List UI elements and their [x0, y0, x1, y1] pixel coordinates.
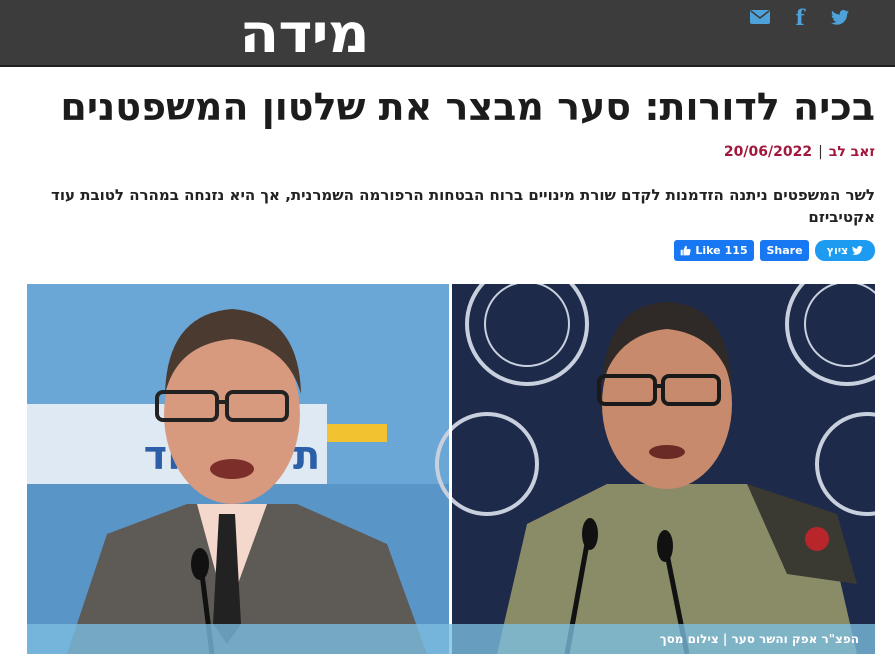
- site-logo[interactable]: מידה: [239, 6, 369, 62]
- share-bar: ציוץ Share Like 115: [674, 240, 875, 261]
- tweet-label: ציוץ: [826, 244, 849, 257]
- facebook-link[interactable]: f: [787, 4, 813, 30]
- article-lead: לשר המשפטים ניתנה הזדמנות לקדם שורת מינו…: [51, 186, 875, 226]
- share-label: Share: [766, 244, 803, 257]
- tweet-button[interactable]: ציוץ: [815, 240, 875, 261]
- twitter-icon: [852, 246, 864, 255]
- author-name[interactable]: זאב לב: [829, 144, 875, 160]
- like-count: 115: [724, 244, 748, 257]
- article-byline: זאב לב | 20/06/2022: [724, 144, 875, 160]
- article-photo[interactable]: תקווה חד: [27, 284, 875, 654]
- site-header: מידה f: [0, 0, 895, 67]
- email-icon: [750, 10, 770, 24]
- facebook-like-button[interactable]: Like 115: [674, 240, 754, 261]
- thumbs-up-icon: [681, 245, 691, 256]
- article-title: בכיה לדורות: סער מבצר את שלטון המשפטנים: [60, 85, 875, 129]
- publish-date: 20/06/2022: [723, 144, 813, 160]
- photo-illustration: תקווה חד: [27, 284, 875, 654]
- photo-caption: הפצ"ר אפק והשר סער | צילום מסך: [27, 624, 875, 654]
- email-link[interactable]: [747, 6, 773, 28]
- twitter-link[interactable]: [827, 6, 853, 28]
- facebook-share-button[interactable]: Share: [760, 240, 809, 261]
- facebook-icon: f: [795, 4, 805, 30]
- twitter-icon: [831, 9, 849, 25]
- like-label: Like: [695, 244, 721, 257]
- byline-separator: |: [818, 144, 823, 160]
